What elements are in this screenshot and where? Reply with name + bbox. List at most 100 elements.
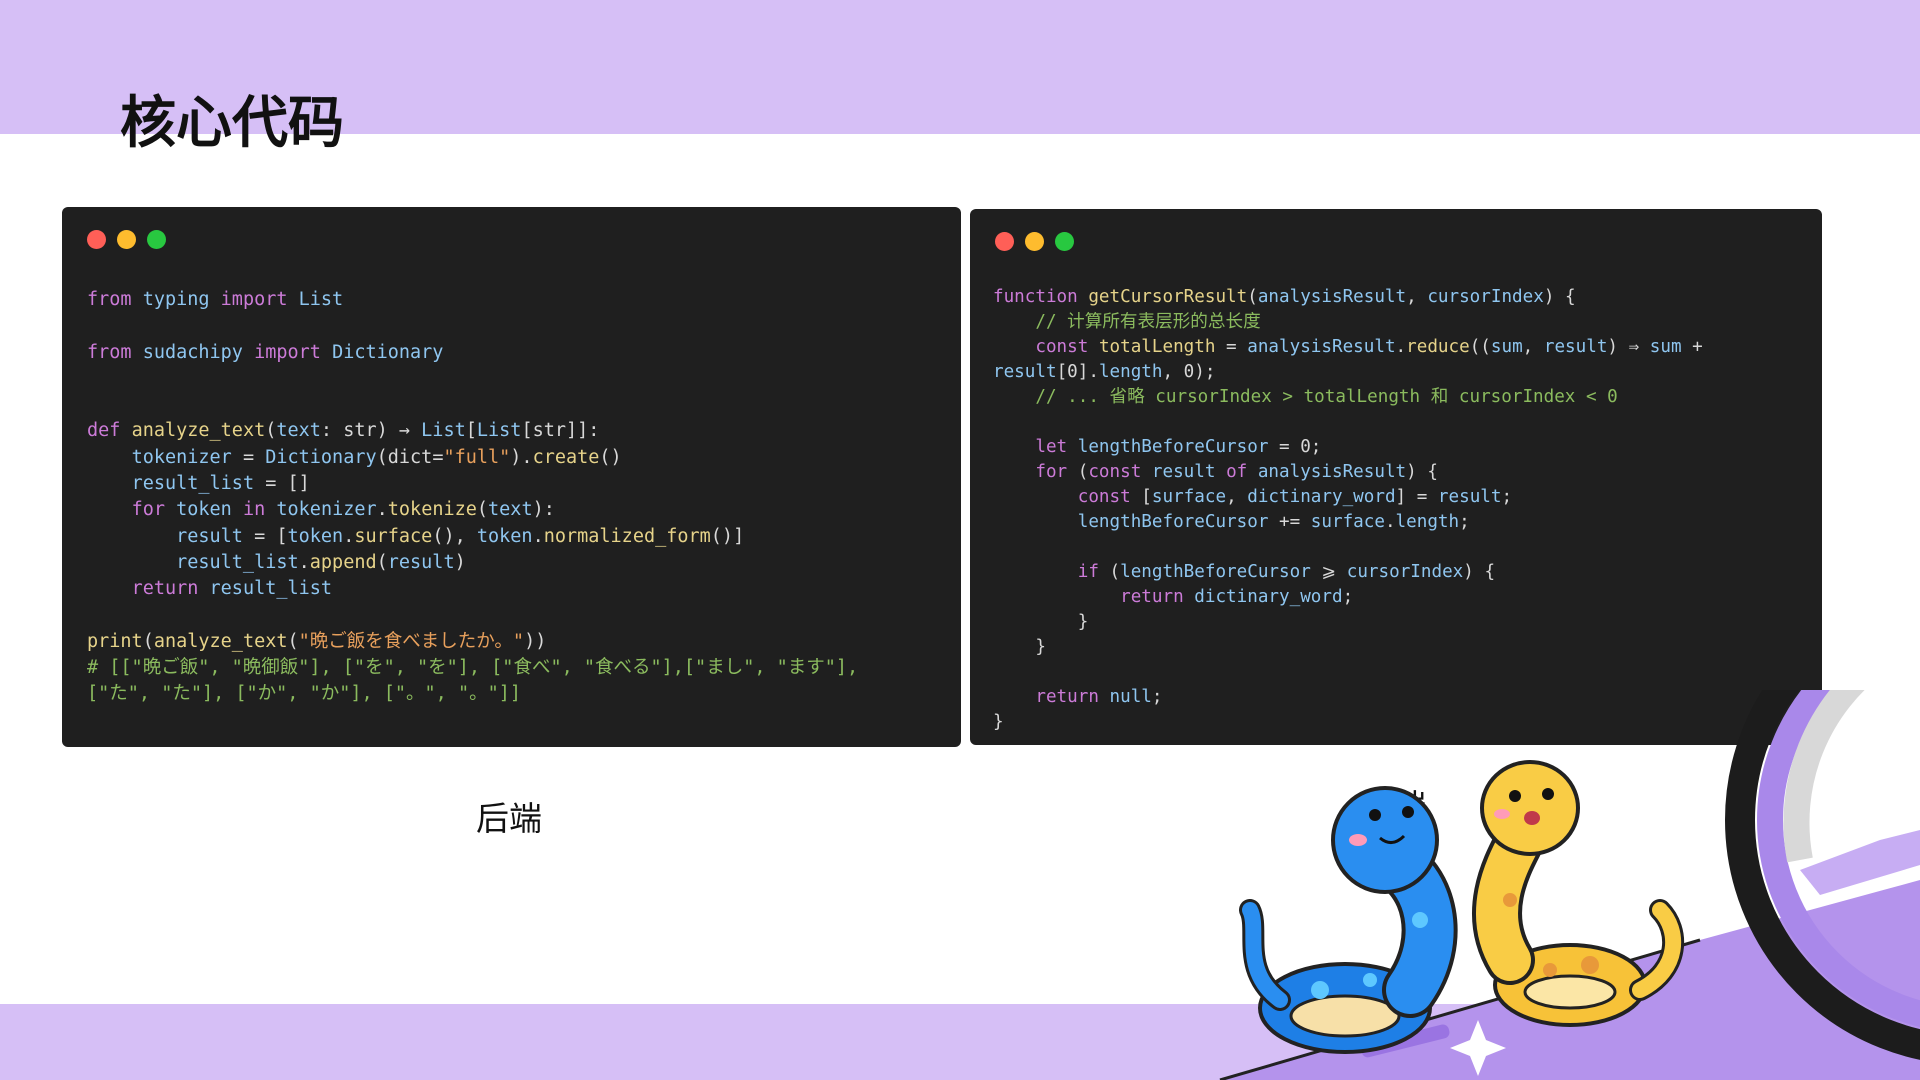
code-token: reduce xyxy=(1406,337,1470,357)
code-token: = 0; xyxy=(1268,437,1322,457)
code-token: = [ xyxy=(242,525,288,547)
code-token: length xyxy=(1395,512,1460,532)
code-token: sudachipy xyxy=(142,341,243,363)
code-token: import xyxy=(220,289,288,310)
code-token: (), xyxy=(432,525,477,547)
backend-code-window: from typing import List from sudachipy i… xyxy=(62,207,961,747)
code-token: ): xyxy=(532,499,555,521)
code-token: Dictionary xyxy=(265,446,377,468)
code-token: List xyxy=(298,289,344,310)
code-token: let xyxy=(1035,437,1068,457)
code-token: result xyxy=(1543,337,1608,357)
code-line: # [["晩ご飯", "晩御飯"], ["を", "を"], ["食べ", "食… xyxy=(87,655,858,681)
code-token: } xyxy=(993,612,1089,632)
code-token: [ xyxy=(1130,487,1152,507)
code-token: ( xyxy=(1247,287,1258,307)
code-token: += xyxy=(1268,512,1311,532)
code-token: if xyxy=(1077,562,1099,582)
code-token: result xyxy=(1437,487,1502,507)
code-token: Dictionary xyxy=(332,341,444,363)
code-token: = xyxy=(231,446,266,468)
code-token: cursorIndex xyxy=(1346,562,1464,582)
code-token: [str]]: xyxy=(521,420,600,442)
code-line: const [surface, dictinary_word] = result… xyxy=(993,485,1703,510)
code-token: const xyxy=(1077,487,1131,507)
code-token: ()] xyxy=(710,525,745,547)
code-token: ) ⇒ xyxy=(1607,337,1650,357)
backend-caption: 后端 xyxy=(476,799,542,838)
code-token: cursorIndex xyxy=(1427,287,1544,307)
code-token: return xyxy=(1035,687,1099,707)
code-token: ; xyxy=(1151,687,1163,707)
code-line: if (lengthBeforeCursor ⩾ cursorIndex) { xyxy=(993,560,1703,585)
code-token: dictinary_word xyxy=(1194,587,1343,607)
code-token: , xyxy=(1226,487,1248,507)
code-line: tokenizer = Dictionary(dict="full").crea… xyxy=(87,445,858,471)
code-token: = xyxy=(1215,337,1248,357)
code-line: ["た", "た"], ["か", "か"], ["。", "。"]] xyxy=(87,681,858,707)
code-token: ( xyxy=(376,551,388,573)
code-token: ). xyxy=(510,446,533,468)
code-line: print(analyze_text("晩ご飯を食べましたか。")) xyxy=(87,629,858,655)
code-token: analyze_text xyxy=(131,420,266,442)
code-line: let lengthBeforeCursor = 0; xyxy=(993,435,1703,460)
code-token: const xyxy=(1035,337,1089,357)
code-token: } xyxy=(993,637,1046,657)
code-token: def xyxy=(87,420,121,442)
code-token: analysisResult xyxy=(1247,337,1396,357)
maximize-dot-icon xyxy=(147,230,166,249)
code-token: lengthBeforeCursor xyxy=(1077,437,1269,457)
code-line: from typing import List xyxy=(87,287,858,313)
code-token: : str) → xyxy=(320,420,422,442)
code-token: . xyxy=(376,499,388,521)
code-token: from xyxy=(87,341,132,363)
code-token: import xyxy=(254,341,321,363)
code-token: tokenizer xyxy=(276,499,377,521)
code-token: ⩾ xyxy=(1310,562,1347,582)
code-token: for xyxy=(1035,462,1068,482)
code-token: List xyxy=(421,420,466,442)
code-token: null xyxy=(1109,687,1152,707)
code-token: sum xyxy=(1649,337,1682,357)
code-line: return result_list xyxy=(87,576,858,602)
code-token: ; xyxy=(1501,487,1513,507)
code-token: ( xyxy=(1098,562,1121,582)
snake-mascot-illustration xyxy=(1219,690,1920,1080)
code-token: token xyxy=(476,525,533,547)
code-token: [ xyxy=(465,420,477,442)
code-token: token xyxy=(176,499,232,521)
code-line: for token in tokenizer.tokenize(text): xyxy=(87,497,858,523)
frontend-code-block: function getCursorResult(analysisResult,… xyxy=(993,285,1703,735)
code-token: ] = xyxy=(1395,487,1438,507)
code-token: surface xyxy=(354,525,433,547)
code-token: result_list xyxy=(176,551,299,573)
code-token: normalized_form xyxy=(543,525,711,547)
maximize-dot-icon xyxy=(1055,232,1074,251)
code-token: . xyxy=(343,525,355,547)
code-token: function xyxy=(993,287,1078,307)
code-token: surface xyxy=(1310,512,1385,532)
code-token: ( xyxy=(265,420,277,442)
code-token: result xyxy=(387,551,455,573)
code-token: result xyxy=(993,362,1057,382)
